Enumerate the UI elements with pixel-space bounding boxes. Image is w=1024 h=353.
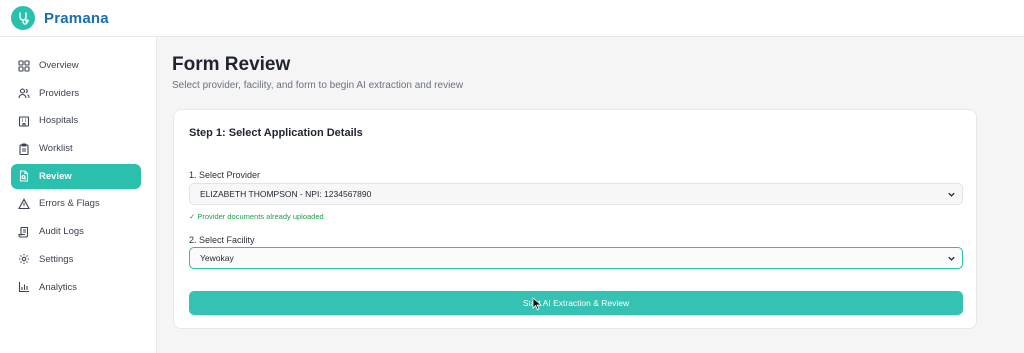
grid-icon — [18, 59, 30, 72]
facility-label: 2. Select Facility — [189, 235, 255, 245]
sidebar-item-label: Analytics — [39, 281, 78, 293]
sidebar-item-label: Errors & Flags — [39, 198, 100, 210]
document-search-icon — [19, 170, 29, 182]
warning-icon — [18, 198, 30, 209]
sidebar-item-errors-flags[interactable]: Errors & Flags — [11, 191, 141, 216]
chevron-down-icon — [948, 192, 955, 197]
card-title: Step 1: Select Application Details — [189, 127, 363, 139]
start-extraction-button[interactable]: Start AI Extraction & Review — [189, 291, 963, 315]
sidebar-item-label: Worklist — [39, 143, 73, 155]
bar-chart-icon — [18, 282, 29, 293]
provider-select[interactable]: ELIZABETH THOMPSON - NPI: 1234567890 — [189, 183, 963, 205]
users-icon — [18, 88, 30, 99]
sidebar: Overview Providers Hospitals Worklist Re… — [0, 37, 157, 353]
facility-select[interactable]: Yewokay — [189, 247, 963, 269]
sidebar-item-label: Overview — [39, 60, 79, 71]
brand-name: Pramana — [44, 9, 109, 27]
sidebar-item-settings[interactable]: Settings — [11, 247, 141, 272]
provider-label: 1. Select Provider — [189, 170, 261, 180]
clipboard-icon — [19, 143, 29, 155]
sidebar-item-label: Audit Logs — [39, 226, 84, 238]
page-subtitle: Select provider, facility, and form to b… — [172, 80, 464, 91]
page-title: Form Review — [172, 54, 291, 75]
sidebar-item-overview[interactable]: Overview — [11, 53, 141, 78]
sidebar-item-worklist[interactable]: Worklist — [11, 136, 141, 161]
sidebar-item-label: Hospitals — [39, 115, 79, 127]
sidebar-item-label: Review — [39, 170, 72, 182]
sidebar-item-analytics[interactable]: Analytics — [11, 275, 141, 300]
provider-select-value: ELIZABETH THOMPSON - NPI: 1234567890 — [200, 189, 372, 199]
chevron-down-icon — [948, 256, 955, 261]
gear-icon — [19, 254, 29, 265]
application-details-card: Step 1: Select Application Details 1. Se… — [173, 109, 977, 329]
scroll-icon — [18, 226, 29, 238]
provider-upload-status: ✓ Provider documents already uploaded — [189, 212, 324, 221]
facility-select-value: Yewokay — [200, 253, 234, 263]
sidebar-item-hospitals[interactable]: Hospitals — [11, 108, 141, 133]
sidebar-item-review[interactable]: Review — [11, 163, 141, 189]
sidebar-item-label: Providers — [39, 87, 80, 99]
sidebar-item-providers[interactable]: Providers — [11, 81, 141, 106]
main-content: Form Review Select provider, facility, a… — [157, 37, 1024, 353]
logo-icon — [11, 6, 35, 30]
sidebar-item-audit-logs[interactable]: Audit Logs — [11, 219, 141, 244]
building-icon — [18, 116, 30, 127]
sidebar-item-label: Settings — [39, 253, 74, 265]
top-bar: Pramana — [0, 0, 1024, 37]
mouse-cursor-icon — [532, 297, 542, 311]
